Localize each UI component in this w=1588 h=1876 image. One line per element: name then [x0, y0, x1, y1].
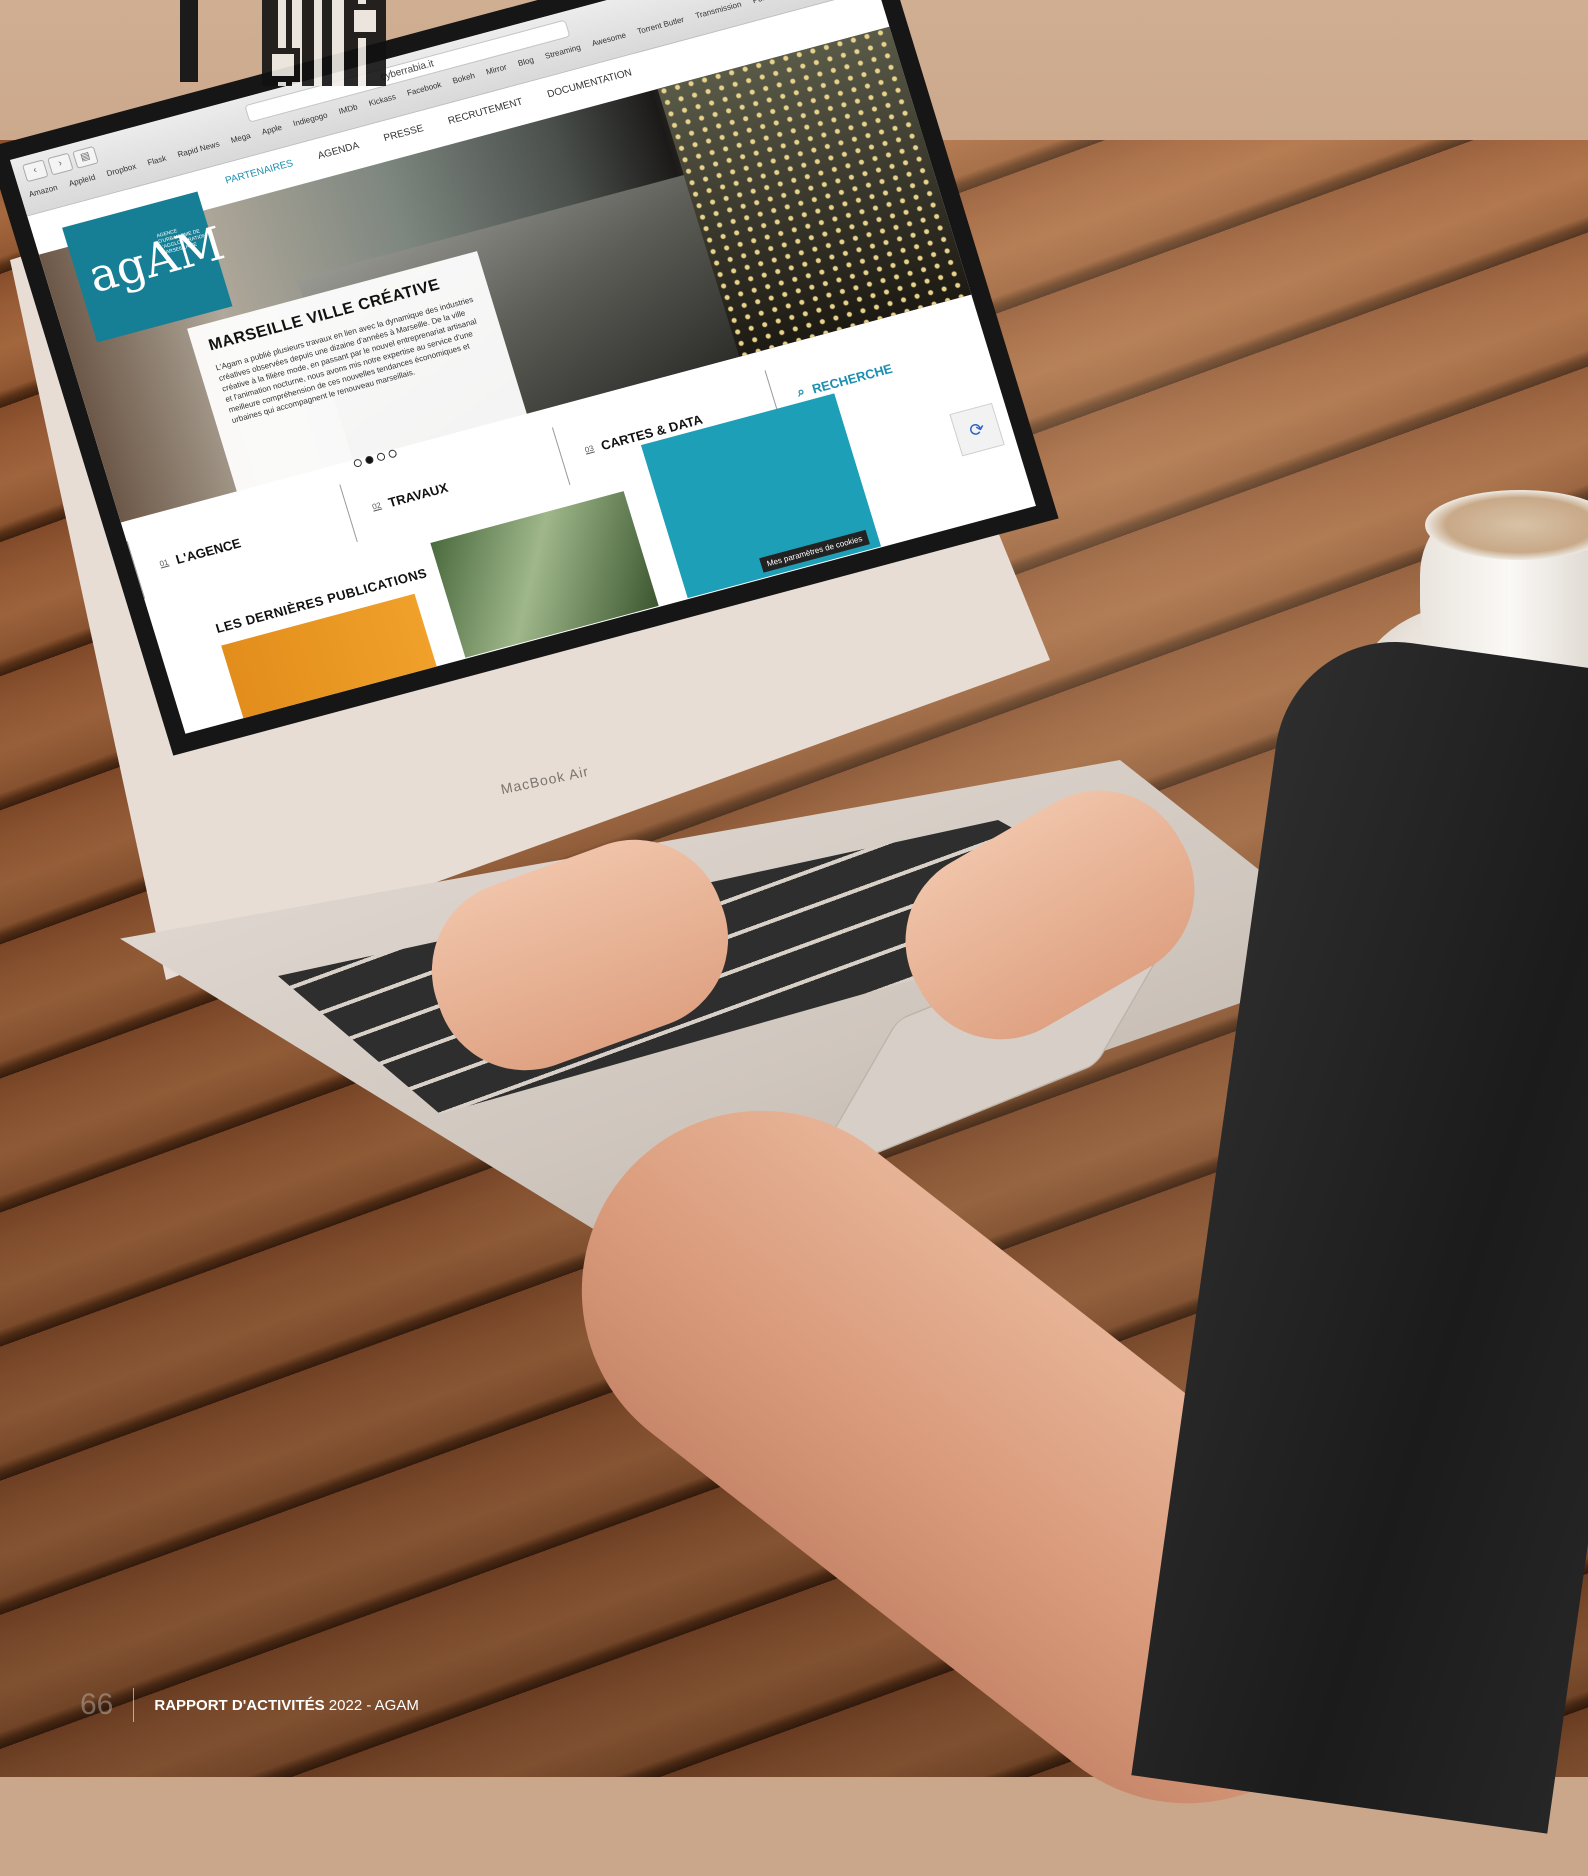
logo-mark: agAM	[81, 215, 231, 304]
slider-dot[interactable]	[387, 448, 398, 459]
sidebar-toggle-button[interactable]: ▤	[72, 145, 99, 169]
bookmark-item[interactable]: Kickass	[368, 92, 397, 108]
section-number: 01	[158, 557, 170, 569]
bookmark-item[interactable]: Mega	[230, 131, 252, 145]
bookmark-item[interactable]: Mirror	[485, 62, 508, 76]
bookmark-item[interactable]: Transmission	[694, 0, 742, 20]
bookmark-item[interactable]: Indiegogo	[292, 111, 329, 129]
section-number: 03	[583, 443, 595, 455]
footer-label: RAPPORT D'ACTIVITÉS 2022 - AGAM	[154, 1697, 418, 1714]
footer-suffix: 2022 - AGAM	[324, 1696, 419, 1714]
nav-item-agenda[interactable]: AGENDA	[317, 140, 361, 161]
bookmark-item[interactable]: Rapid News	[176, 139, 220, 159]
bookmark-item[interactable]: Amazon	[28, 183, 59, 199]
nav-item-partenaires[interactable]: PARTENAIRES	[224, 158, 295, 187]
nav-item-presse[interactable]: PRESSE	[382, 123, 424, 144]
qr-code	[262, 0, 386, 86]
bookmark-item[interactable]: Awesome	[591, 31, 627, 49]
bookmark-item[interactable]: IMDb	[338, 102, 359, 116]
bookmark-item[interactable]: Apple	[261, 123, 283, 137]
page-marker-bar	[180, 0, 198, 82]
bookmark-item[interactable]: Torrent Butler	[636, 15, 685, 36]
section-number: 02	[370, 500, 383, 512]
forward-button[interactable]: ›	[47, 152, 74, 176]
slider-dots	[352, 448, 398, 468]
recaptcha-icon: ⟳	[949, 402, 1005, 457]
nav-item-recrutement[interactable]: RECRUTEMENT	[447, 97, 524, 127]
bookmark-item[interactable]: Facebook	[406, 80, 443, 98]
back-button[interactable]: ‹	[22, 159, 49, 183]
bookmark-item[interactable]: Bokeh	[451, 71, 476, 85]
page-footer: 66 RAPPORT D'ACTIVITÉS 2022 - AGAM	[80, 1688, 419, 1722]
slider-dot[interactable]	[375, 451, 387, 462]
bookmark-item[interactable]: Portal	[751, 0, 774, 5]
search-icon: ⌕	[795, 383, 807, 400]
slider-dot[interactable]	[364, 455, 375, 465]
bookmark-item[interactable]: Streaming	[544, 43, 582, 61]
page-number: 66	[80, 1688, 114, 1721]
footer-divider	[133, 1688, 135, 1722]
section-label: L'AGENCE	[173, 534, 243, 567]
footer-title: RAPPORT D'ACTIVITÉS	[154, 1696, 325, 1714]
section-label: TRAVAUX	[386, 479, 450, 510]
bookmark-item[interactable]: AppleId	[68, 173, 97, 189]
search-label: RECHERCHE	[810, 360, 895, 397]
bookmark-item[interactable]: Flask	[146, 154, 167, 168]
bookmark-item[interactable]: Blog	[517, 55, 535, 68]
slider-dot[interactable]	[352, 458, 363, 468]
bookmark-item[interactable]: Dropbox	[105, 162, 137, 178]
